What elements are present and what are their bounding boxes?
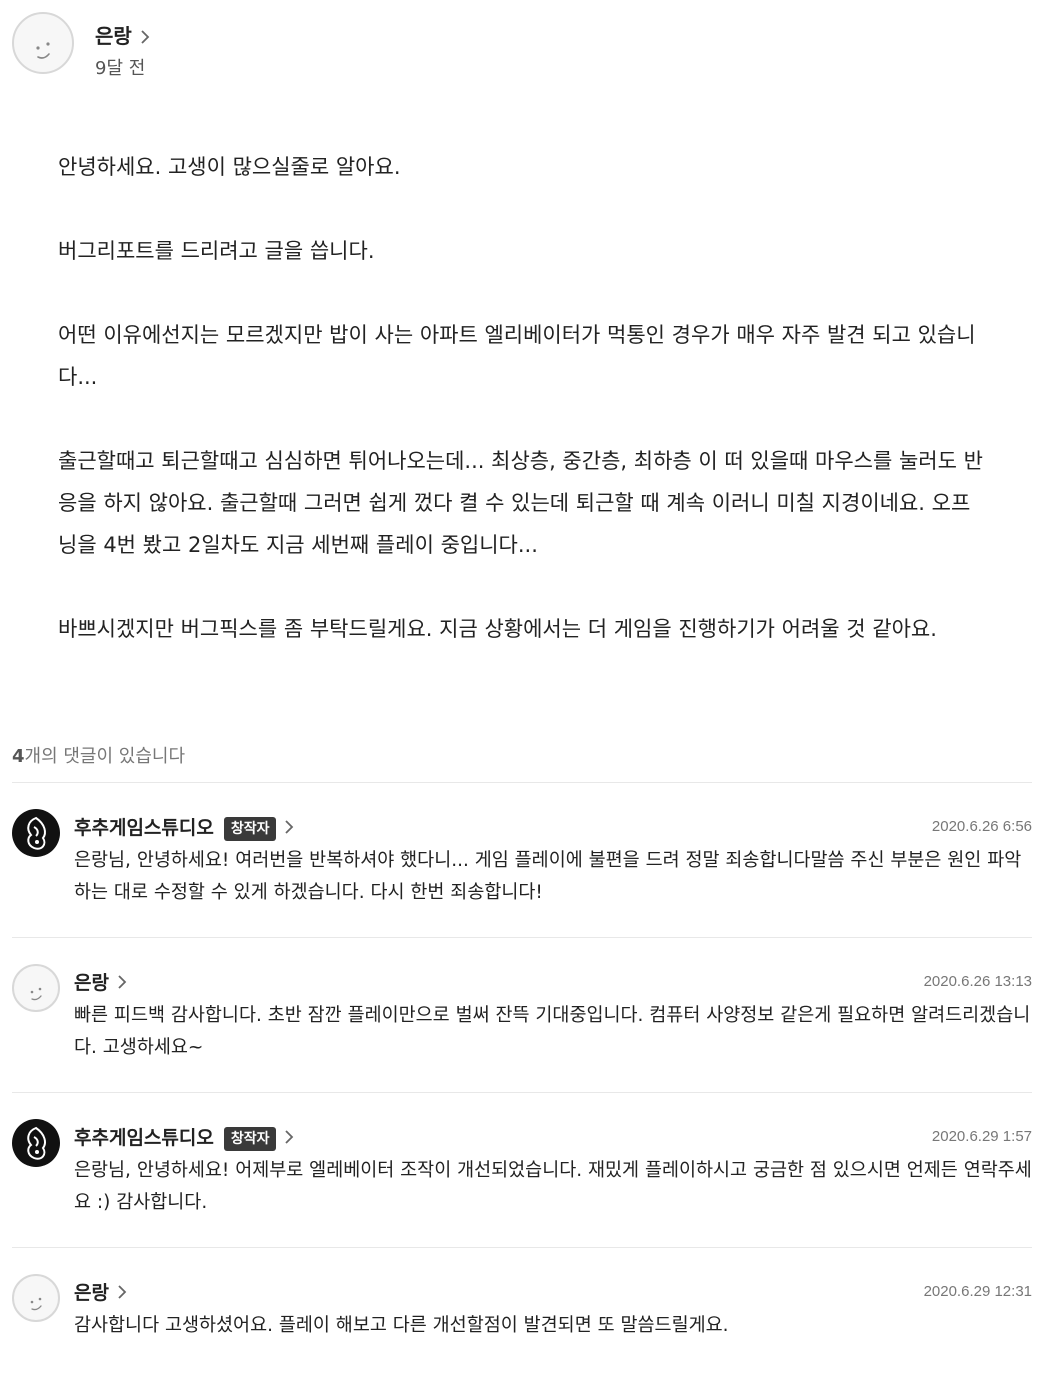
post-author-name[interactable]: 은랑 bbox=[95, 24, 132, 48]
comment-count-number: 4 bbox=[12, 746, 25, 767]
comment-author[interactable]: 은랑 bbox=[74, 968, 127, 995]
chevron-right-icon[interactable] bbox=[117, 973, 127, 995]
user-avatar[interactable] bbox=[12, 1274, 60, 1322]
comment-date: 2020.6.29 1:57 bbox=[931, 1128, 1032, 1145]
creator-badge: 창작자 bbox=[223, 816, 277, 841]
comment-text: 빠른 피드백 감사합니다. 초반 잠깐 플레이만으로 벌써 잔뜩 기대중입니다.… bbox=[74, 1005, 1031, 1058]
user-avatar[interactable] bbox=[12, 964, 60, 1012]
comment-text: 감사합니다 고생하셨어요. 플레이 해보고 다른 개선할점이 발견되면 또 말씀… bbox=[74, 1315, 729, 1336]
comment-count-label: 개의 댓글이 있습니다 bbox=[24, 746, 186, 767]
comment-author[interactable]: 후추게임스튜디오 창작자 bbox=[74, 813, 294, 841]
comment-item: 은랑 2020.6.29 12:31 감사합니다 고생하셨어요. 플레이 해보고… bbox=[12, 1247, 1032, 1377]
post-author[interactable]: 은랑 bbox=[95, 20, 150, 50]
comment-author-name[interactable]: 후추게임스튜디오 bbox=[74, 817, 214, 839]
comment-author-name[interactable]: 은랑 bbox=[74, 1282, 109, 1304]
comment-date: 2020.6.29 12:31 bbox=[923, 1283, 1032, 1300]
author-avatar[interactable] bbox=[12, 12, 74, 74]
comment-item: 후추게임스튜디오 창작자 2020.6.29 1:57 은랑님, 안녕하세요! 어… bbox=[12, 1092, 1032, 1247]
chevron-right-icon[interactable] bbox=[117, 1283, 127, 1305]
chevron-right-icon[interactable] bbox=[284, 818, 294, 840]
studio-logo-icon bbox=[27, 816, 46, 850]
comment-text: 은랑님, 안녕하세요! 여러번을 반복하셔야 했다니... 게임 플레이에 불편… bbox=[74, 850, 1022, 903]
comment-author-name[interactable]: 은랑 bbox=[74, 972, 109, 994]
post-paragraph: 버그리포트를 드리려고 글을 씁니다. bbox=[58, 239, 375, 263]
smiley-face-icon bbox=[30, 987, 42, 1001]
smiley-face-icon bbox=[36, 42, 50, 59]
chevron-right-icon[interactable] bbox=[140, 26, 150, 50]
comment-date: 2020.6.26 6:56 bbox=[931, 818, 1032, 835]
comment-author[interactable]: 은랑 bbox=[74, 1278, 127, 1305]
comment-count: 4개의 댓글이 있습니다 bbox=[12, 742, 185, 768]
studio-avatar[interactable] bbox=[12, 809, 60, 857]
comment-item: 은랑 2020.6.26 13:13 빠른 피드백 감사합니다. 초반 잠깐 플… bbox=[12, 937, 1032, 1092]
post-paragraph: 바쁘시겠지만 버그픽스를 좀 부탁드릴게요. 지금 상황에서는 더 게임을 진행… bbox=[58, 617, 937, 641]
comment-author[interactable]: 후추게임스튜디오 창작자 bbox=[74, 1123, 294, 1151]
comment-author-name[interactable]: 후추게임스튜디오 bbox=[74, 1127, 214, 1149]
comment-item: 후추게임스튜디오 창작자 2020.6.26 6:56 은랑님, 안녕하세요! 여… bbox=[12, 782, 1032, 937]
post-paragraph: 어떤 이유에선지는 모르겠지만 밥이 사는 아파트 엘리베이터가 먹통인 경우가… bbox=[58, 323, 976, 389]
smiley-face-icon bbox=[30, 1297, 42, 1311]
post-paragraph: 출근할때고 퇴근할때고 심심하면 튀어나오는데... 최상층, 중간층, 최하층… bbox=[58, 449, 983, 557]
post-time: 9달 전 bbox=[95, 58, 146, 79]
chevron-right-icon[interactable] bbox=[284, 1128, 294, 1150]
comment-list: 후추게임스튜디오 창작자 2020.6.26 6:56 은랑님, 안녕하세요! 여… bbox=[12, 782, 1032, 1377]
creator-badge: 창작자 bbox=[223, 1126, 277, 1151]
studio-logo-icon bbox=[27, 1126, 46, 1160]
post-header: 은랑 9달 전 bbox=[12, 12, 150, 79]
studio-avatar[interactable] bbox=[12, 1119, 60, 1167]
post-body: 안녕하세요. 고생이 많으실줄로 알아요. 버그리포트를 드리려고 글을 씁니다… bbox=[58, 146, 988, 650]
comment-date: 2020.6.26 13:13 bbox=[923, 973, 1032, 990]
post-paragraph: 안녕하세요. 고생이 많으실줄로 알아요. bbox=[58, 155, 401, 179]
comment-text: 은랑님, 안녕하세요! 어제부로 엘레베이터 조작이 개선되었습니다. 재밌게 … bbox=[74, 1160, 1032, 1213]
